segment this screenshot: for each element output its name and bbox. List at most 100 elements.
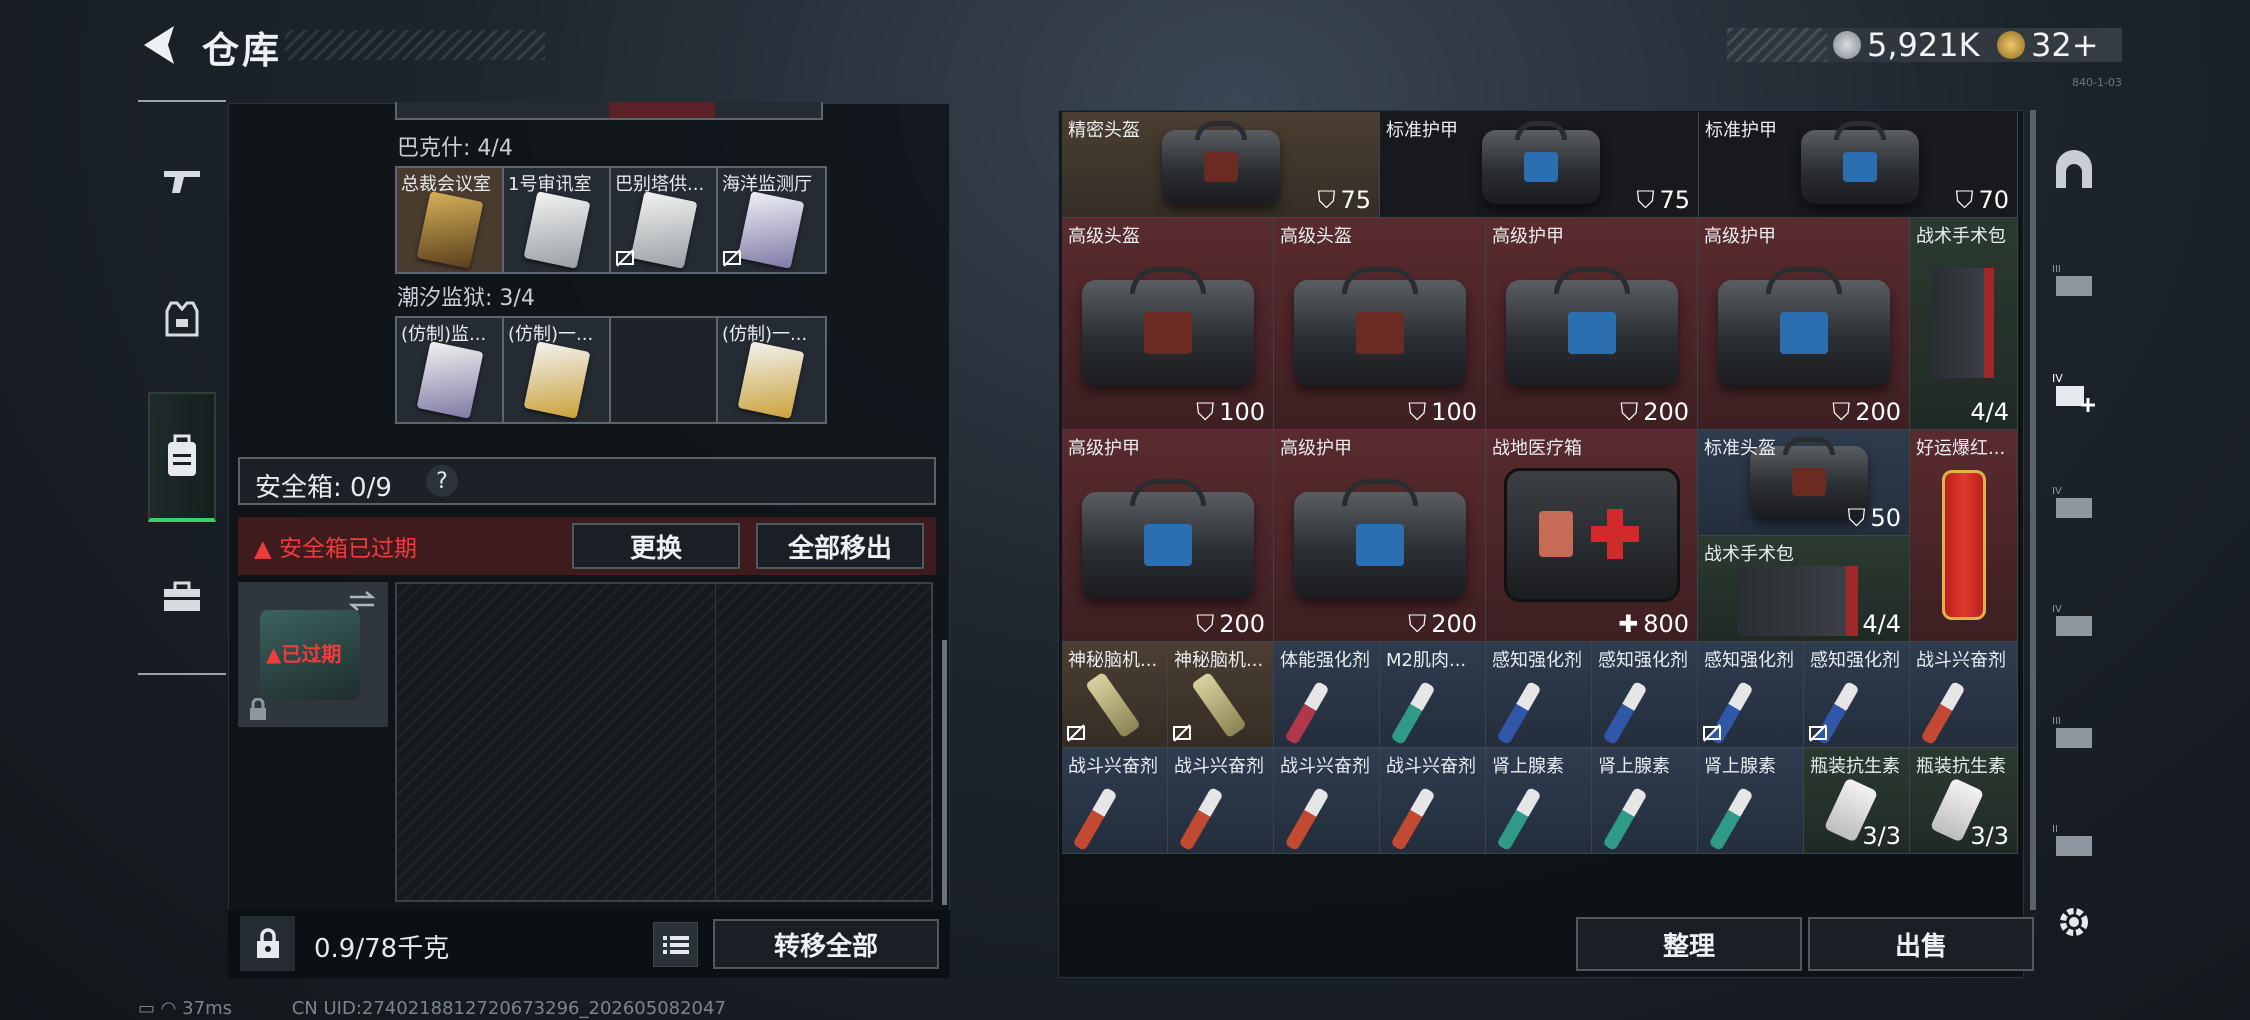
item-tile[interactable]: 神秘脑机... — [1168, 642, 1274, 748]
safebox-slot[interactable]: ▲已过期 — [238, 582, 388, 727]
transfer-all-button[interactable]: 转移全部 — [713, 919, 939, 969]
no-trade-icon — [1703, 724, 1721, 742]
help-icon[interactable]: ? — [426, 465, 458, 497]
item-tile[interactable]: 感知强化剂 — [1698, 642, 1804, 748]
grid-divider — [715, 584, 716, 900]
keycard-slot-empty[interactable] — [611, 318, 718, 422]
list-button[interactable] — [653, 922, 698, 967]
item-tile[interactable]: 瓶装抗生素 3/3 — [1804, 748, 1910, 854]
storage-tab-4-add[interactable]: IV — [2050, 368, 2098, 416]
item-tile[interactable]: 战斗兴奋剂 — [1168, 748, 1274, 854]
item-value: ⛉ 100 — [1408, 398, 1477, 426]
item-tile[interactable]: 战地医疗箱 ✚ 800 — [1486, 430, 1698, 642]
item-tile[interactable]: 感知强化剂 — [1486, 642, 1592, 748]
sell-button[interactable]: 出售 — [1808, 917, 2034, 971]
keycard-slot[interactable]: (仿制)一... — [718, 318, 825, 422]
premium-amount[interactable]: 32+ — [2031, 26, 2099, 64]
group-label-tidal-prison: 潮汐监狱: 3/4 — [397, 286, 535, 311]
helmet-case-icon — [1294, 267, 1466, 386]
item-tile[interactable]: 标准头盔 ⛉ 50 — [1698, 430, 1910, 536]
replace-button[interactable]: 更换 — [572, 523, 740, 569]
storage-tab-2[interactable]: II — [2050, 816, 2098, 864]
nav-briefcase[interactable] — [138, 552, 226, 642]
item-tile[interactable]: 肾上腺素 — [1698, 748, 1804, 854]
item-tile[interactable]: 高级护甲 ⛉ 200 — [1486, 218, 1698, 430]
keycard-slot[interactable]: (仿制)一... — [504, 318, 611, 422]
vest-icon — [165, 301, 199, 337]
back-arrow-icon[interactable] — [138, 22, 180, 68]
lock-button[interactable] — [240, 916, 295, 971]
settings-button[interactable] — [2050, 898, 2098, 946]
nav-backpack[interactable] — [148, 392, 216, 522]
item-tile[interactable]: 战斗兴奋剂 — [1274, 748, 1380, 854]
storage-tab-4a[interactable]: IV — [2050, 478, 2098, 526]
item-tile[interactable]: 肾上腺素 — [1486, 748, 1592, 854]
keycard-slot[interactable]: 总裁会议室 — [397, 168, 504, 272]
item-tile[interactable]: 精密头盔 ⛉ 75 — [1062, 112, 1380, 218]
group-label-bakesh: 巴克什: 4/4 — [397, 136, 513, 161]
item-tile[interactable]: 战术手术包 4/4 — [1910, 218, 2018, 430]
ping-text: 37ms — [182, 998, 232, 1019]
item-tile[interactable]: 感知强化剂 — [1804, 642, 1910, 748]
item-tile[interactable]: 好运爆红... — [1910, 430, 2018, 642]
item-name: 高级头盔 — [1068, 226, 1140, 247]
item-tile[interactable]: 瓶装抗生素 3/3 — [1910, 748, 2018, 854]
item-tile[interactable]: 战斗兴奋剂 — [1062, 748, 1168, 854]
item-tile[interactable]: 感知强化剂 — [1592, 642, 1698, 748]
item-count: 4/4 — [1970, 398, 2009, 426]
keycard-name: (仿制)监... — [401, 324, 487, 345]
storage-tab-4b[interactable]: IV — [2050, 596, 2098, 644]
safebox-grid[interactable] — [395, 582, 933, 902]
item-durability: 100 — [1219, 398, 1265, 426]
heal-plus-icon: ✚ — [1618, 610, 1639, 638]
keycard-name: 海洋监测厅 — [722, 174, 812, 195]
no-trade-icon — [723, 249, 741, 267]
item-count: 4/4 — [1862, 610, 1901, 638]
firecracker-icon — [1942, 470, 1986, 620]
item-value: ✚ 800 — [1618, 610, 1689, 638]
nav-armor[interactable] — [138, 274, 226, 364]
item-tile[interactable]: 战斗兴奋剂 — [1910, 642, 2018, 748]
shield-icon: ⛉ — [1196, 398, 1215, 426]
item-name: 战斗兴奋剂 — [1386, 756, 1476, 777]
shield-icon: ⛉ — [1620, 398, 1639, 426]
item-tile[interactable]: 高级护甲 ⛉ 200 — [1274, 430, 1486, 642]
item-tile[interactable]: 标准护甲 ⛉ 75 — [1380, 112, 1699, 218]
expired-text: 安全箱已过期 — [279, 536, 417, 562]
item-name: 战术手术包 — [1704, 544, 1794, 565]
keycard-purple-icon — [737, 191, 805, 269]
item-tile[interactable]: 体能强化剂 — [1274, 642, 1380, 748]
item-durability: 200 — [1643, 398, 1689, 426]
item-tile[interactable]: M2肌肉... — [1380, 642, 1486, 748]
remove-all-button[interactable]: 全部移出 — [756, 523, 924, 569]
left-scrollbar[interactable] — [942, 640, 947, 905]
storage-tab-3b[interactable]: III — [2050, 708, 2098, 756]
armor-case-icon — [1718, 267, 1890, 386]
swap-icon[interactable] — [348, 590, 376, 612]
item-value: ⛉ 200 — [1832, 398, 1901, 426]
item-tile[interactable]: 标准护甲 ⛉ 70 — [1699, 112, 2018, 218]
storage-scrollbar[interactable] — [2030, 110, 2036, 910]
item-tile[interactable]: 战斗兴奋剂 — [1380, 748, 1486, 854]
item-name: 高级护甲 — [1068, 438, 1140, 459]
storage-tab-main[interactable] — [2050, 146, 2098, 194]
item-value: ⛉ 100 — [1196, 398, 1265, 426]
brain-chip-icon — [1191, 671, 1247, 739]
storage-tab-3[interactable]: III — [2050, 256, 2098, 304]
item-tile[interactable]: 高级护甲 ⛉ 200 — [1698, 218, 1910, 430]
sort-button[interactable]: 整理 — [1576, 917, 1802, 971]
item-tile[interactable]: 高级护甲 ⛉ 200 — [1062, 430, 1274, 642]
keycard-slot[interactable]: 巴别塔供... — [611, 168, 718, 272]
item-tile[interactable]: 战术手术包 4/4 — [1698, 536, 1910, 642]
keycard-slot[interactable]: 1号审讯室 — [504, 168, 611, 272]
keycard-slot[interactable]: 海洋监测厅 — [718, 168, 825, 272]
item-tile[interactable]: 肾上腺素 — [1592, 748, 1698, 854]
item-tile[interactable]: 神秘脑机... — [1062, 642, 1168, 748]
injector-icon — [1496, 786, 1542, 852]
keycard-slot[interactable]: (仿制)监... — [397, 318, 504, 422]
injector-icon — [1390, 680, 1436, 746]
nav-weapons[interactable] — [138, 135, 226, 225]
item-tile[interactable]: 高级头盔 ⛉ 100 — [1274, 218, 1486, 430]
item-tile[interactable]: 高级头盔 ⛉ 100 — [1062, 218, 1274, 430]
crate-icon: IV — [2052, 486, 2092, 518]
